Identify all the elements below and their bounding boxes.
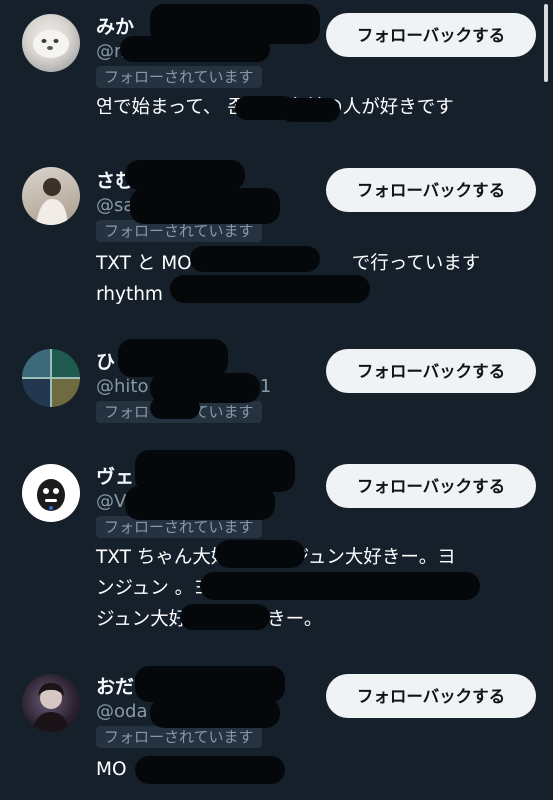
user-name[interactable]: ひ — [96, 347, 115, 374]
person-photo-avatar[interactable] — [22, 167, 80, 225]
follow-back-button[interactable]: フォローバックする — [326, 349, 536, 393]
user-row[interactable]: ひ @hito21 フォローされています フォローバックする — [0, 335, 553, 440]
user-name[interactable]: おだ — [96, 672, 134, 699]
redaction-mark — [150, 397, 200, 419]
redaction-mark — [125, 486, 275, 520]
group-photo-avatar[interactable] — [22, 349, 80, 407]
user-handle: @V — [96, 491, 127, 512]
person-portrait-avatar[interactable] — [22, 674, 80, 732]
cartoon-character-icon — [37, 479, 65, 511]
follow-back-button[interactable]: フォローバックする — [326, 674, 536, 718]
follows-you-badge: フォローされています — [96, 66, 262, 88]
user-row[interactable]: ヴェ… @V フォローされています TXT ちゃん大好き ヨンジュン大好きー。ヨ… — [0, 450, 553, 650]
group-icon — [22, 349, 80, 407]
dog-photo-avatar[interactable] — [22, 14, 80, 72]
redaction-mark — [130, 188, 280, 224]
redaction-mark — [215, 540, 305, 568]
redaction-mark — [170, 275, 370, 303]
redaction-mark — [135, 756, 285, 784]
user-name[interactable]: みか — [96, 12, 134, 39]
cartoon-character-avatar[interactable] — [22, 464, 80, 522]
follows-you-badge: フォローされています — [96, 726, 262, 748]
dog-icon — [33, 30, 69, 58]
person-icon — [36, 178, 68, 225]
redaction-mark — [118, 339, 228, 377]
redaction-mark — [135, 666, 285, 702]
redaction-mark — [125, 160, 245, 190]
redaction-mark — [200, 572, 480, 600]
person-icon — [32, 682, 70, 732]
redaction-mark — [150, 698, 280, 728]
redaction-mark — [190, 246, 320, 272]
redaction-mark — [180, 604, 270, 630]
user-handle: @sa — [96, 195, 135, 216]
user-row[interactable]: さむ @sa フォローされています TXT と MO で行っています rhythm… — [0, 150, 553, 330]
redaction-mark — [280, 98, 340, 122]
redaction-mark — [120, 36, 270, 62]
follow-back-button[interactable]: フォローバックする — [326, 13, 536, 57]
user-row[interactable]: みか @mika1290 フォローされています 연で始まって、 존て る名前の人… — [0, 0, 553, 140]
user-handle: @oda — [96, 701, 148, 722]
user-row[interactable]: おだ @oda フォローされています MO フォローバックする — [0, 660, 553, 800]
follower-list: みか @mika1290 フォローされています 연で始まって、 존て る名前の人… — [0, 0, 553, 800]
follow-back-button[interactable]: フォローバックする — [326, 168, 536, 212]
scrollbar[interactable] — [544, 4, 548, 82]
follow-back-button[interactable]: フォローバックする — [326, 464, 536, 508]
